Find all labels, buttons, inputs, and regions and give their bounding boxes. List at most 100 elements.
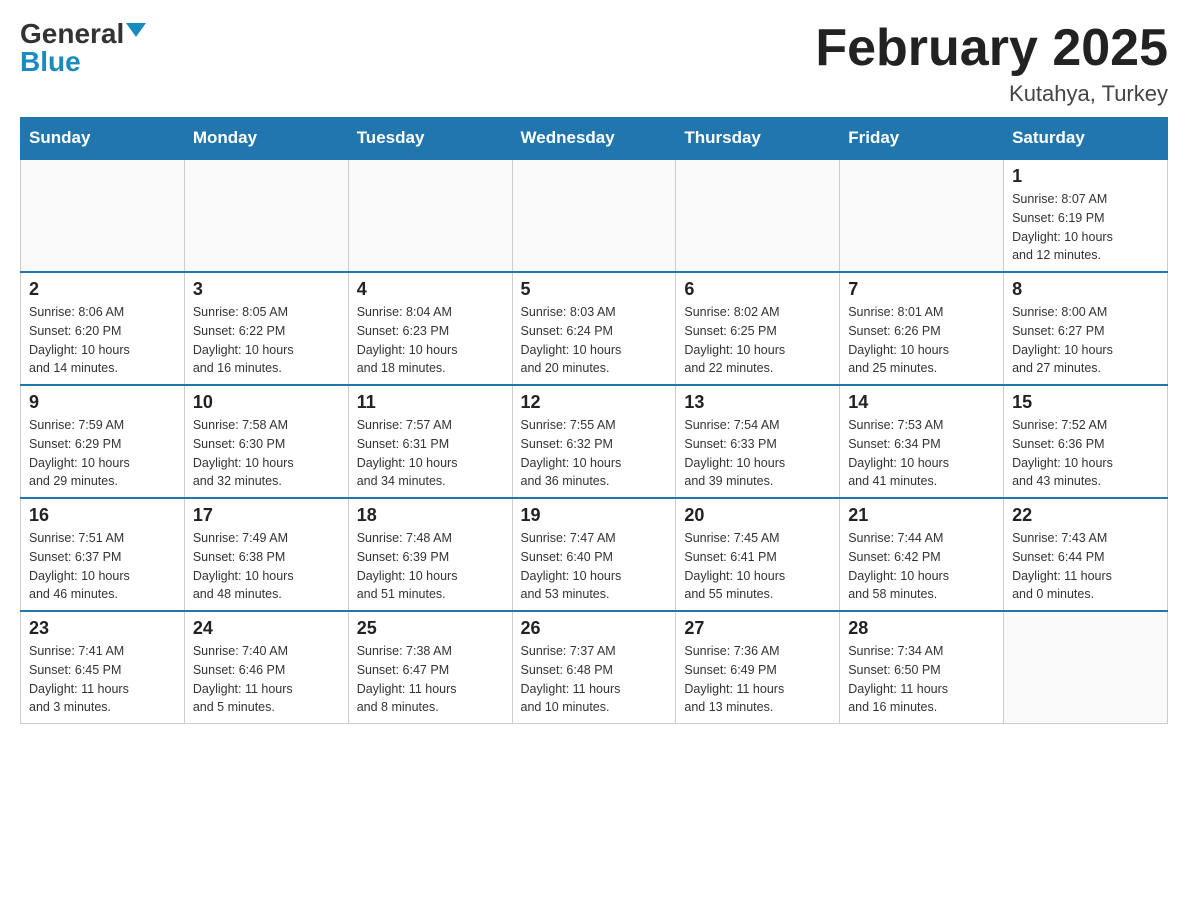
calendar-cell: 9 Sunrise: 7:59 AM Sunset: 6:29 PM Daylig… [21, 385, 185, 498]
day-info: Sunrise: 7:49 AM Sunset: 6:38 PM Dayligh… [193, 531, 294, 601]
day-info: Sunrise: 7:47 AM Sunset: 6:40 PM Dayligh… [521, 531, 622, 601]
day-number: 4 [357, 279, 504, 300]
calendar-cell: 11 Sunrise: 7:57 AM Sunset: 6:31 PM Dayli… [348, 385, 512, 498]
calendar-cell: 14 Sunrise: 7:53 AM Sunset: 6:34 PM Dayli… [840, 385, 1004, 498]
day-number: 7 [848, 279, 995, 300]
day-number: 2 [29, 279, 176, 300]
day-info: Sunrise: 8:01 AM Sunset: 6:26 PM Dayligh… [848, 305, 949, 375]
logo: General Blue [20, 20, 146, 76]
day-of-week-header: Monday [184, 118, 348, 160]
day-number: 25 [357, 618, 504, 639]
day-number: 6 [684, 279, 831, 300]
calendar-cell [348, 159, 512, 272]
day-number: 14 [848, 392, 995, 413]
day-number: 28 [848, 618, 995, 639]
calendar-header-row: SundayMondayTuesdayWednesdayThursdayFrid… [21, 118, 1168, 160]
day-info: Sunrise: 7:51 AM Sunset: 6:37 PM Dayligh… [29, 531, 130, 601]
day-info: Sunrise: 7:55 AM Sunset: 6:32 PM Dayligh… [521, 418, 622, 488]
day-number: 13 [684, 392, 831, 413]
day-info: Sunrise: 7:58 AM Sunset: 6:30 PM Dayligh… [193, 418, 294, 488]
day-number: 16 [29, 505, 176, 526]
day-number: 18 [357, 505, 504, 526]
day-info: Sunrise: 7:41 AM Sunset: 6:45 PM Dayligh… [29, 644, 129, 714]
calendar-week-row: 23 Sunrise: 7:41 AM Sunset: 6:45 PM Dayli… [21, 611, 1168, 724]
calendar-cell: 4 Sunrise: 8:04 AM Sunset: 6:23 PM Daylig… [348, 272, 512, 385]
calendar-cell [21, 159, 185, 272]
calendar-week-row: 1 Sunrise: 8:07 AM Sunset: 6:19 PM Daylig… [21, 159, 1168, 272]
day-info: Sunrise: 7:53 AM Sunset: 6:34 PM Dayligh… [848, 418, 949, 488]
calendar-cell: 19 Sunrise: 7:47 AM Sunset: 6:40 PM Dayli… [512, 498, 676, 611]
day-info: Sunrise: 8:04 AM Sunset: 6:23 PM Dayligh… [357, 305, 458, 375]
calendar-cell: 18 Sunrise: 7:48 AM Sunset: 6:39 PM Dayli… [348, 498, 512, 611]
calendar-cell: 15 Sunrise: 7:52 AM Sunset: 6:36 PM Dayli… [1004, 385, 1168, 498]
day-info: Sunrise: 7:40 AM Sunset: 6:46 PM Dayligh… [193, 644, 293, 714]
calendar-week-row: 9 Sunrise: 7:59 AM Sunset: 6:29 PM Daylig… [21, 385, 1168, 498]
day-number: 5 [521, 279, 668, 300]
calendar-cell: 13 Sunrise: 7:54 AM Sunset: 6:33 PM Dayli… [676, 385, 840, 498]
day-info: Sunrise: 7:44 AM Sunset: 6:42 PM Dayligh… [848, 531, 949, 601]
day-number: 23 [29, 618, 176, 639]
calendar-cell: 2Sunrise: 8:06 AM Sunset: 6:20 PM Daylig… [21, 272, 185, 385]
title-block: February 2025 Kutahya, Turkey [815, 20, 1168, 107]
calendar-cell: 23 Sunrise: 7:41 AM Sunset: 6:45 PM Dayli… [21, 611, 185, 724]
day-number: 17 [193, 505, 340, 526]
calendar-cell: 22Sunrise: 7:43 AM Sunset: 6:44 PM Dayli… [1004, 498, 1168, 611]
day-info: Sunrise: 7:54 AM Sunset: 6:33 PM Dayligh… [684, 418, 785, 488]
calendar-cell: 1 Sunrise: 8:07 AM Sunset: 6:19 PM Daylig… [1004, 159, 1168, 272]
day-info: Sunrise: 7:45 AM Sunset: 6:41 PM Dayligh… [684, 531, 785, 601]
day-of-week-header: Saturday [1004, 118, 1168, 160]
day-info: Sunrise: 7:52 AM Sunset: 6:36 PM Dayligh… [1012, 418, 1113, 488]
day-number: 12 [521, 392, 668, 413]
calendar-cell: 26 Sunrise: 7:37 AM Sunset: 6:48 PM Dayli… [512, 611, 676, 724]
day-number: 3 [193, 279, 340, 300]
calendar-cell [676, 159, 840, 272]
day-number: 19 [521, 505, 668, 526]
day-info: Sunrise: 8:02 AM Sunset: 6:25 PM Dayligh… [684, 305, 785, 375]
day-of-week-header: Thursday [676, 118, 840, 160]
day-of-week-header: Friday [840, 118, 1004, 160]
day-number: 9 [29, 392, 176, 413]
calendar-cell: 28 Sunrise: 7:34 AM Sunset: 6:50 PM Dayli… [840, 611, 1004, 724]
day-of-week-header: Wednesday [512, 118, 676, 160]
calendar-cell: 7 Sunrise: 8:01 AM Sunset: 6:26 PM Daylig… [840, 272, 1004, 385]
calendar-cell: 6 Sunrise: 8:02 AM Sunset: 6:25 PM Daylig… [676, 272, 840, 385]
day-info: Sunrise: 8:03 AM Sunset: 6:24 PM Dayligh… [521, 305, 622, 375]
day-number: 8 [1012, 279, 1159, 300]
page-header: General Blue February 2025 Kutahya, Turk… [20, 20, 1168, 107]
day-info: Sunrise: 7:48 AM Sunset: 6:39 PM Dayligh… [357, 531, 458, 601]
month-title: February 2025 [815, 20, 1168, 77]
day-info: Sunrise: 7:57 AM Sunset: 6:31 PM Dayligh… [357, 418, 458, 488]
day-number: 11 [357, 392, 504, 413]
day-number: 27 [684, 618, 831, 639]
day-info: Sunrise: 7:43 AM Sunset: 6:44 PM Dayligh… [1012, 531, 1112, 601]
calendar-cell: 5 Sunrise: 8:03 AM Sunset: 6:24 PM Daylig… [512, 272, 676, 385]
calendar-cell: 20Sunrise: 7:45 AM Sunset: 6:41 PM Dayli… [676, 498, 840, 611]
calendar-cell: 21 Sunrise: 7:44 AM Sunset: 6:42 PM Dayli… [840, 498, 1004, 611]
calendar-cell [512, 159, 676, 272]
calendar-week-row: 16 Sunrise: 7:51 AM Sunset: 6:37 PM Dayli… [21, 498, 1168, 611]
calendar-table: SundayMondayTuesdayWednesdayThursdayFrid… [20, 117, 1168, 724]
day-of-week-header: Sunday [21, 118, 185, 160]
location-text: Kutahya, Turkey [815, 81, 1168, 107]
day-info: Sunrise: 7:59 AM Sunset: 6:29 PM Dayligh… [29, 418, 130, 488]
calendar-cell: 3 Sunrise: 8:05 AM Sunset: 6:22 PM Daylig… [184, 272, 348, 385]
day-info: Sunrise: 8:05 AM Sunset: 6:22 PM Dayligh… [193, 305, 294, 375]
day-info: Sunrise: 7:34 AM Sunset: 6:50 PM Dayligh… [848, 644, 948, 714]
day-info: Sunrise: 7:37 AM Sunset: 6:48 PM Dayligh… [521, 644, 621, 714]
calendar-week-row: 2Sunrise: 8:06 AM Sunset: 6:20 PM Daylig… [21, 272, 1168, 385]
day-number: 26 [521, 618, 668, 639]
calendar-cell [840, 159, 1004, 272]
calendar-cell: 16 Sunrise: 7:51 AM Sunset: 6:37 PM Dayli… [21, 498, 185, 611]
day-info: Sunrise: 7:38 AM Sunset: 6:47 PM Dayligh… [357, 644, 457, 714]
day-number: 10 [193, 392, 340, 413]
day-number: 15 [1012, 392, 1159, 413]
day-number: 1 [1012, 166, 1159, 187]
logo-arrow-icon [126, 23, 146, 37]
day-number: 21 [848, 505, 995, 526]
calendar-cell: 24Sunrise: 7:40 AM Sunset: 6:46 PM Dayli… [184, 611, 348, 724]
day-of-week-header: Tuesday [348, 118, 512, 160]
day-info: Sunrise: 8:07 AM Sunset: 6:19 PM Dayligh… [1012, 192, 1113, 262]
calendar-cell: 27Sunrise: 7:36 AM Sunset: 6:49 PM Dayli… [676, 611, 840, 724]
calendar-cell: 25 Sunrise: 7:38 AM Sunset: 6:47 PM Dayli… [348, 611, 512, 724]
day-info: Sunrise: 8:00 AM Sunset: 6:27 PM Dayligh… [1012, 305, 1113, 375]
